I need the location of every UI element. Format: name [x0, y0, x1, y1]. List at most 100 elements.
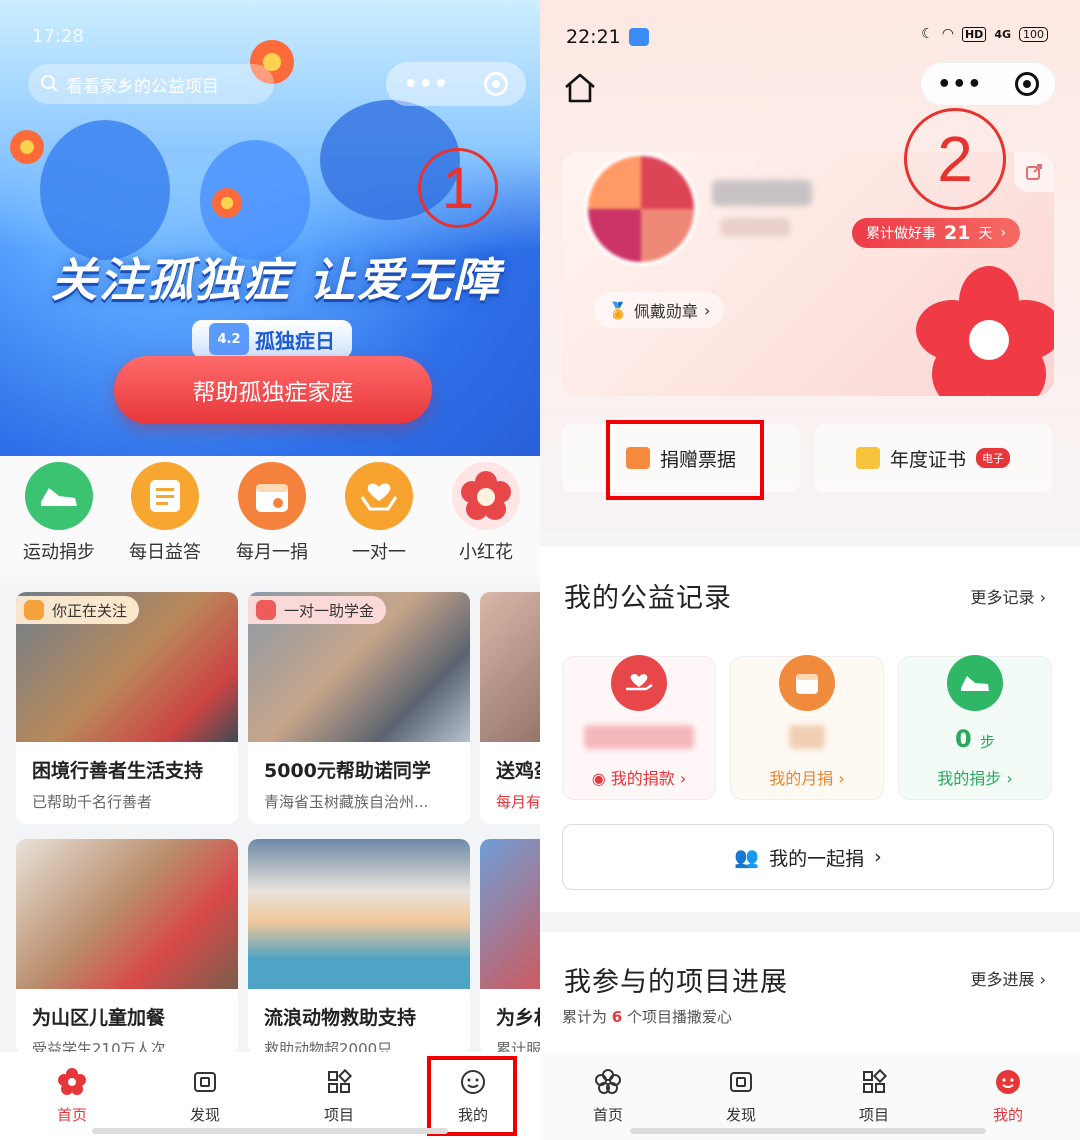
more-menu-button[interactable]: •••: [937, 72, 982, 97]
project-card[interactable]: 为乡村 累计服: [480, 839, 540, 1054]
step-marker-2: 2: [904, 108, 1006, 210]
edit-share-icon[interactable]: [1014, 152, 1054, 192]
red-flower-icon: [916, 266, 1054, 396]
chevron-right-icon: ›: [1000, 225, 1007, 241]
annual-certificate-button[interactable]: 年度证书 电子: [814, 424, 1052, 492]
certificate-icon: [855, 447, 880, 469]
home-indicator: [92, 1128, 448, 1134]
search-placeholder: 看看家乡的公益项目: [66, 76, 219, 97]
tab-mine[interactable]: 我的: [968, 1068, 1048, 1125]
scholarship-icon: [256, 600, 276, 620]
chevron-right-icon: ›: [874, 846, 882, 868]
more-progress-link[interactable]: 更多进展 ›: [970, 966, 1046, 990]
tab-home[interactable]: 首页: [32, 1068, 112, 1125]
projects-icon: [863, 1068, 888, 1093]
card-subtitle: 青海省玉树藏族自治州...: [264, 793, 429, 811]
quick-entry-steps[interactable]: 运动捐步: [9, 462, 109, 564]
right-screenshot-profile: 22:21 ☾ ◠ HD 4G 100 ••• 累计做好事 21 天 › 🏅 佩…: [540, 0, 1080, 1140]
card-subtitle: 每月有: [496, 793, 540, 811]
calendar-icon: [238, 462, 306, 530]
status-bar: 22:21: [566, 26, 649, 48]
record-my-donation[interactable]: ◉ 我的捐款 ›: [562, 655, 716, 800]
wifi-icon: ◠: [941, 26, 954, 42]
search-icon: [41, 75, 58, 92]
close-miniprogram-icon[interactable]: [1014, 72, 1039, 96]
status-time: 22:21: [566, 26, 621, 48]
sneaker-icon: [947, 655, 1003, 711]
tab-discover[interactable]: 发现: [701, 1068, 781, 1125]
project-card[interactable]: 一对一助学金 5000元帮助诺同学 青海省玉树藏族自治州...: [248, 592, 470, 824]
my-group-donation-button[interactable]: 👥 我的一起捐 ›: [562, 824, 1054, 890]
autism-day-badge: 4.2 孤独症日: [192, 320, 352, 358]
status-time: 17:28: [32, 26, 84, 47]
quiz-icon: [131, 462, 199, 530]
mini-program-capsule: •••: [386, 62, 526, 106]
more-menu-button[interactable]: •••: [404, 72, 449, 97]
heart-hand-icon: [611, 655, 667, 711]
card-title: 为乡村: [496, 1007, 540, 1029]
battery-icon: 100: [1019, 26, 1048, 42]
wear-medal-button[interactable]: 🏅 佩戴勋章 ›: [594, 292, 725, 328]
red-flower-icon: [452, 462, 520, 530]
nickname-blurred: [712, 180, 812, 206]
chevron-right-icon: ›: [1039, 588, 1046, 607]
quick-entry-monthly[interactable]: 每月一捐: [222, 462, 322, 564]
donation-amount-blurred: [584, 725, 694, 749]
left-screenshot-home: 17:28 看看家乡的公益项目 ••• 1 关注孤独症 让爱无障碍 4.2 孤独…: [0, 0, 540, 1140]
steps-value: 0: [954, 725, 972, 753]
project-card[interactable]: 为山区儿童加餐 受益学生210万人次: [16, 839, 238, 1054]
card-subtitle: 已帮助千名行善者: [32, 793, 153, 811]
chevron-right-icon: ›: [1039, 970, 1046, 989]
project-card-grid: 你正在关注 困境行善者生活支持 已帮助千名行善者 一对一助学金 5000元帮助诺…: [0, 584, 540, 1054]
notification-app-icon: [628, 28, 649, 46]
help-autism-families-button[interactable]: 帮助孤独症家庭: [114, 356, 432, 424]
tab-projects[interactable]: 项目: [834, 1068, 914, 1125]
flower-home-icon: [58, 1068, 86, 1095]
search-input[interactable]: 看看家乡的公益项目: [28, 64, 274, 104]
good-deeds-days-badge[interactable]: 累计做好事 21 天 ›: [852, 218, 1021, 248]
card-title: 为山区儿童加餐: [32, 1007, 166, 1029]
card-title: 5000元帮助诺同学: [264, 760, 431, 782]
project-card[interactable]: 你正在关注 困境行善者生活支持 已帮助千名行善者: [16, 592, 238, 824]
helping-hands-icon: [345, 462, 413, 530]
mini-program-capsule: •••: [920, 62, 1056, 106]
quick-entry-row: 运动捐步 每日益答 每月一捐 一对一 小红花: [0, 456, 540, 576]
step-marker-1: 1: [418, 148, 498, 228]
projects-icon: [328, 1068, 353, 1093]
hd-icon: HD: [961, 26, 987, 42]
project-count-note: 累计为 6 个项目播撒爱心: [562, 1008, 733, 1026]
eye-icon: ◉: [591, 769, 606, 788]
my-charity-records: 我的公益记录 更多记录 › ◉ 我的捐款 › 我的月捐 › 0 步 我的捐步 ›…: [540, 546, 1080, 912]
user-id-blurred: [720, 218, 790, 236]
quick-entry-one-to-one[interactable]: 一对一: [329, 462, 429, 564]
avatar[interactable]: [584, 152, 698, 266]
project-card[interactable]: 送鸡蛋 每月有: [480, 592, 540, 824]
close-miniprogram-icon[interactable]: [484, 72, 509, 96]
sneaker-icon: [25, 462, 93, 530]
project-photo: 你正在关注: [16, 592, 238, 742]
monthly-amount-blurred: [789, 725, 825, 749]
status-icons: ☾ ◠ HD 4G 100: [921, 26, 1048, 42]
quick-entry-daily-quiz[interactable]: 每日益答: [115, 462, 215, 564]
flower-home-icon: [595, 1069, 621, 1094]
quick-entry-red-flower[interactable]: 小红花: [436, 462, 536, 564]
home-icon[interactable]: [562, 70, 598, 106]
highlight-box-donation-receipt: [606, 420, 764, 500]
project-photo: [16, 839, 238, 989]
chevron-right-icon: ›: [703, 300, 711, 320]
signal-4g-icon: 4G: [994, 27, 1011, 41]
bottom-tab-bar: 首页 发现 项目 我的: [0, 1052, 540, 1140]
flower-decoration-icon: [212, 188, 242, 218]
tab-projects[interactable]: 项目: [299, 1068, 379, 1125]
follow-icon: [24, 600, 44, 620]
home-indicator: [630, 1128, 986, 1134]
highlight-box-mine-tab: [427, 1056, 517, 1136]
group-person-icon: 👥: [734, 845, 760, 869]
record-my-steps[interactable]: 0 步 我的捐步 ›: [898, 655, 1052, 800]
more-records-link[interactable]: 更多记录 ›: [970, 584, 1046, 608]
record-my-monthly[interactable]: 我的月捐 ›: [730, 655, 884, 800]
tab-discover[interactable]: 发现: [165, 1068, 245, 1125]
project-photo: [248, 839, 470, 989]
tab-home[interactable]: 首页: [568, 1068, 648, 1125]
project-card[interactable]: 流浪动物救助支持 救助动物超2000只: [248, 839, 470, 1054]
